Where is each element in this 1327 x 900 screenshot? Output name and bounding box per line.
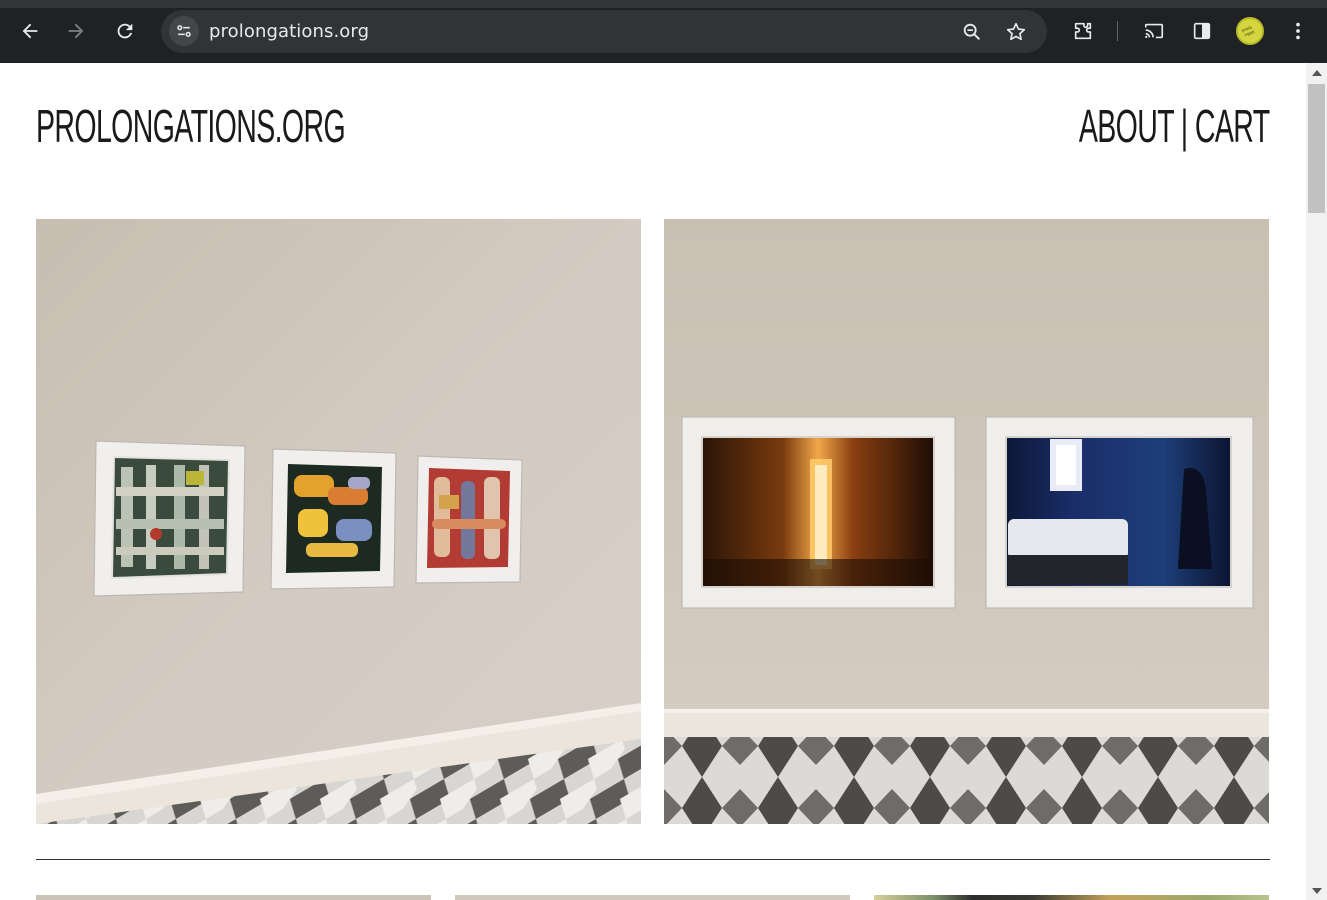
- nav-cart-link[interactable]: CART: [1195, 100, 1270, 152]
- gallery-card-next-row-1[interactable]: [36, 895, 431, 900]
- star-icon[interactable]: [1003, 19, 1029, 45]
- gallery-card-next-row-3[interactable]: [874, 895, 1269, 900]
- scroll-up-arrow-icon[interactable]: [1312, 70, 1322, 76]
- scroll-down-arrow-icon[interactable]: [1312, 888, 1322, 894]
- site-logo-title[interactable]: PROLONGATIONS.ORG: [36, 99, 346, 153]
- zoom-icon[interactable]: [959, 19, 985, 45]
- toolbar-separator: [1117, 21, 1118, 41]
- address-bar[interactable]: prolongations.org: [161, 10, 1047, 53]
- url-text[interactable]: prolongations.org: [209, 21, 369, 42]
- nav-about-link[interactable]: ABOUT: [1079, 100, 1174, 152]
- scrollbar-thumb[interactable]: [1308, 84, 1325, 213]
- page-scrollbar[interactable]: [1306, 63, 1327, 900]
- puzzle-icon[interactable]: [1068, 16, 1098, 46]
- cast-icon[interactable]: [1139, 16, 1169, 46]
- section-divider: [36, 859, 1270, 860]
- tune-icon[interactable]: [169, 16, 199, 46]
- back-arrow-icon[interactable]: [13, 14, 47, 48]
- avatar-stamp-icon: prolo ngati: [1241, 24, 1255, 37]
- top-navigation: ABOUT | CART: [1079, 99, 1270, 153]
- gallery-wall-image: [664, 219, 1269, 824]
- kebab-menu-icon[interactable]: [1283, 16, 1313, 46]
- reload-icon[interactable]: [108, 14, 142, 48]
- tab-strip-edge: [0, 0, 1327, 8]
- gallery-card-next-row-2[interactable]: [455, 895, 850, 900]
- browser-toolbar: prolongations.org prolo ngati: [0, 0, 1327, 63]
- nav-separator: |: [1173, 100, 1196, 152]
- gallery-card-interior-photographs[interactable]: [664, 219, 1269, 824]
- forward-arrow-icon[interactable]: [59, 14, 93, 48]
- profile-avatar[interactable]: prolongations prolo ngati: [1236, 17, 1264, 45]
- gallery-card-abstract-triptych[interactable]: [36, 219, 641, 824]
- page-viewport: PROLONGATIONS.ORG ABOUT | CART: [0, 63, 1306, 900]
- side-panel-icon[interactable]: [1187, 16, 1217, 46]
- gallery-wall-image: [36, 219, 641, 824]
